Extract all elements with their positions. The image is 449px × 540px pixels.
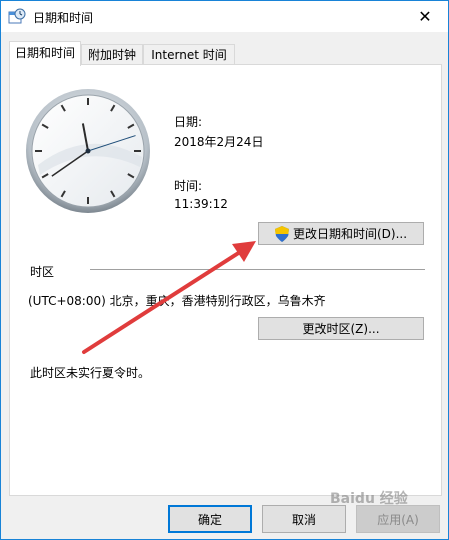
apply-button[interactable]: 应用(A) <box>356 505 440 533</box>
time-value: 11:39:12 <box>174 197 228 211</box>
date-value: 2018年2月24日 <box>174 135 264 149</box>
title-bar: 日期和时间 ✕ <box>1 1 448 32</box>
change-date-time-button[interactable]: 更改日期和时间(D)... <box>258 222 424 245</box>
close-button[interactable]: ✕ <box>402 1 448 32</box>
window-title: 日期和时间 <box>33 11 94 25</box>
timezone-heading: 时区 <box>30 265 55 279</box>
change-timezone-button[interactable]: 更改时区(Z)... <box>258 317 424 340</box>
date-label: 日期: <box>174 115 203 129</box>
timezone-value: (UTC+08:00) 北京，重庆，香港特别行政区，乌鲁木齐 <box>28 294 326 308</box>
timezone-divider <box>90 269 425 270</box>
change-date-time-label: 更改日期和时间(D)... <box>292 227 408 241</box>
ok-button[interactable]: 确定 <box>168 505 252 533</box>
close-icon: ✕ <box>418 7 432 26</box>
date-time-dialog: 日期和时间 ✕ 日期和时间 附加时钟 Internet 时间 日期: 2018年… <box>0 0 449 540</box>
dst-note: 此时区未实行夏令时。 <box>30 366 151 380</box>
tab-additional-clocks[interactable]: 附加时钟 <box>81 44 143 65</box>
analog-clock <box>26 89 150 213</box>
uac-shield-icon <box>274 225 289 242</box>
time-label: 时间: <box>174 179 203 193</box>
clock-calendar-icon <box>8 8 26 24</box>
tab-panel: 日期: 2018年2月24日 时间: 11:39:12 更改日期和时间(D)..… <box>9 64 442 496</box>
tab-internet-time[interactable]: Internet 时间 <box>143 44 235 65</box>
tab-date-time[interactable]: 日期和时间 <box>9 41 81 66</box>
change-timezone-label: 更改时区(Z)... <box>302 322 380 336</box>
watermark-text: Baidu 经验 <box>330 491 408 507</box>
cancel-button[interactable]: 取消 <box>262 505 346 533</box>
